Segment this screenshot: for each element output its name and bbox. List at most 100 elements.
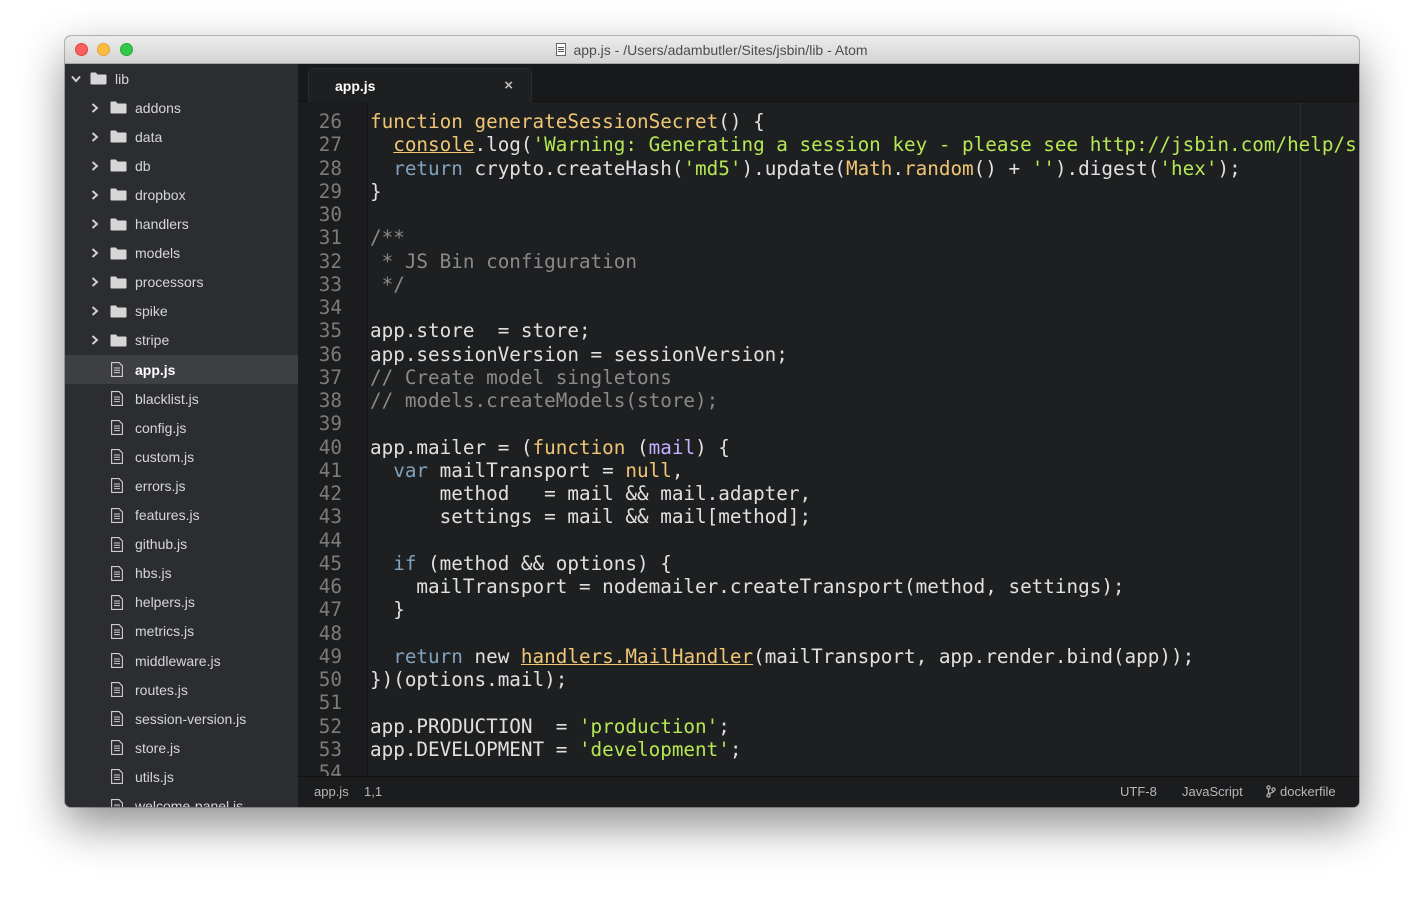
line-number: 48 <box>318 621 342 645</box>
tree-file-item[interactable]: helpers.js <box>65 588 298 617</box>
chevron-right-icon[interactable] <box>89 189 101 201</box>
chevron-right-icon[interactable] <box>89 160 101 172</box>
tree-folder-item[interactable]: spike <box>65 297 298 326</box>
code-token: app.mailer = ( <box>370 435 533 459</box>
file-icon <box>111 449 123 465</box>
tree-file-item[interactable]: config.js <box>65 413 298 442</box>
tree-file-item[interactable]: metrics.js <box>65 617 298 646</box>
code-line: if (method && options) { <box>370 552 672 575</box>
tree-file-item[interactable]: github.js <box>65 530 298 559</box>
tree-item-label: lib <box>115 70 130 87</box>
chevron-right-icon[interactable] <box>89 334 101 346</box>
chevron-right-icon[interactable] <box>89 305 101 317</box>
code-line: settings = mail && mail[method]; <box>370 505 811 528</box>
file-icon <box>111 565 123 581</box>
folder-icon <box>110 188 127 201</box>
code-line: } <box>370 598 405 621</box>
tree-file-item[interactable]: hbs.js <box>65 559 298 588</box>
code-line: app.DEVELOPMENT = 'development'; <box>370 738 741 761</box>
tree-root-folder[interactable]: lib <box>65 64 298 93</box>
code-token: return <box>393 644 475 668</box>
code-token: ).update( <box>741 156 846 180</box>
code-line: app.PRODUCTION = 'production'; <box>370 715 730 738</box>
status-git-branch[interactable]: dockerfile <box>1266 784 1336 799</box>
status-file-name[interactable]: app.js <box>314 784 349 799</box>
file-icon <box>111 478 123 494</box>
line-number: 30 <box>318 203 342 226</box>
tree-file-item[interactable]: utils.js <box>65 762 298 791</box>
code-token: } <box>370 598 405 622</box>
code-area[interactable]: function generateSessionSecret() { conso… <box>370 102 1359 777</box>
tree-file-item[interactable]: session-version.js <box>65 704 298 733</box>
status-cursor-position[interactable]: 1,1 <box>364 784 382 799</box>
tree-file-item[interactable]: errors.js <box>65 471 298 500</box>
code-token: .log( <box>474 133 533 157</box>
file-icon <box>111 507 123 523</box>
chevron-right-icon[interactable] <box>89 276 101 288</box>
tree-folder-item[interactable]: handlers <box>65 210 298 239</box>
tree-folder-item[interactable]: processors <box>65 268 298 297</box>
code-token: /** <box>370 226 405 250</box>
code-token: '' <box>1031 156 1055 180</box>
line-number: 27 <box>318 133 342 157</box>
line-number: 29 <box>318 179 342 203</box>
tree-folder-item[interactable]: dropbox <box>65 180 298 209</box>
tree-folder-item[interactable]: models <box>65 239 298 268</box>
code-line: return new handlers.MailHandler(mailTran… <box>370 645 1194 668</box>
chevron-right-icon[interactable] <box>89 247 101 259</box>
code-line: */ <box>370 273 405 296</box>
code-token: generateSessionSecret <box>474 110 719 133</box>
tree-file-item[interactable]: store.js <box>65 733 298 762</box>
status-encoding[interactable]: UTF-8 <box>1120 784 1157 799</box>
tree-item-label: store.js <box>135 739 181 756</box>
tree-item-label: db <box>135 157 151 174</box>
line-number: 32 <box>318 249 342 273</box>
folder-icon <box>110 305 127 318</box>
tree-file-item[interactable]: custom.js <box>65 442 298 471</box>
code-token: return <box>393 156 475 180</box>
tree-file-item[interactable]: features.js <box>65 501 298 530</box>
line-number: 42 <box>318 482 342 505</box>
code-token: mail <box>648 435 696 459</box>
code-token: method = mail && mail.adapter, <box>370 482 812 505</box>
line-number: 47 <box>318 598 342 622</box>
tree-folder-item[interactable]: stripe <box>65 326 298 355</box>
close-tab-icon[interactable]: × <box>504 77 513 94</box>
folder-icon <box>110 276 127 289</box>
tree-item-label: middleware.js <box>135 652 221 669</box>
atom-window: app.js - /Users/adambutler/Sites/jsbin/l… <box>65 36 1359 807</box>
code-token: app.DEVELOPMENT = <box>370 737 579 761</box>
code-token: app.PRODUCTION = <box>370 714 579 738</box>
status-grammar[interactable]: JavaScript <box>1182 784 1243 799</box>
tree-file-item[interactable]: welcome-panel.js <box>65 792 298 807</box>
chevron-right-icon[interactable] <box>89 218 101 230</box>
code-token: } <box>370 179 382 203</box>
chevron-down-icon[interactable] <box>70 73 82 85</box>
tree-item-label: custom.js <box>135 448 195 465</box>
tree-folder-item[interactable]: addons <box>65 93 298 122</box>
tree-item-label: models <box>135 245 181 262</box>
tree-file-item[interactable]: blacklist.js <box>65 384 298 413</box>
line-number: 28 <box>318 156 342 180</box>
chevron-right-icon[interactable] <box>89 131 101 143</box>
tree-file-item[interactable]: middleware.js <box>65 646 298 675</box>
tree-item-label: utils.js <box>135 768 174 785</box>
tree-file-item[interactable]: app.js <box>65 355 298 384</box>
line-number: 34 <box>318 296 342 319</box>
code-token: app.store = store; <box>370 319 591 343</box>
code-token: mailTransport = <box>439 458 626 482</box>
code-token: null <box>625 458 672 482</box>
tree-file-item[interactable]: routes.js <box>65 675 298 704</box>
tree-folder-item[interactable]: db <box>65 151 298 180</box>
line-number: 43 <box>318 505 342 529</box>
chevron-right-icon[interactable] <box>89 102 101 114</box>
code-token: ( <box>637 435 649 459</box>
code-token: settings = mail && mail[method]; <box>370 505 812 529</box>
tree-folder-item[interactable]: data <box>65 122 298 151</box>
file-icon <box>111 594 123 610</box>
code-token: handlers.MailHandler <box>520 644 754 668</box>
tab-app-js[interactable]: app.js × <box>308 68 532 102</box>
branch-name: dockerfile <box>1280 784 1336 799</box>
code-line: console.log('Warning: Generating a sessi… <box>370 133 1357 156</box>
